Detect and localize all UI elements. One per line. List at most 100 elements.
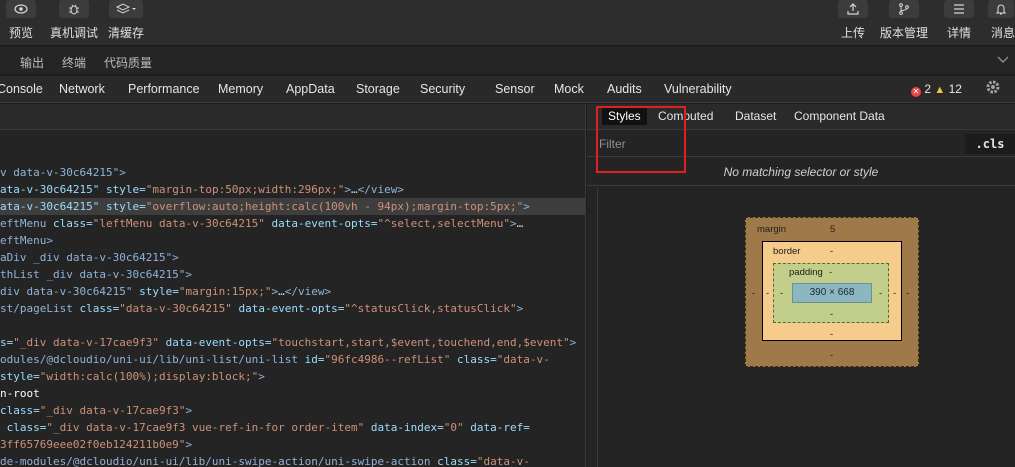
details-button[interactable]: 详情: [944, 0, 974, 41]
dom-node-line[interactable]: de-modules/@dcloudio/uni-ui/lib/uni-swip…: [0, 453, 585, 467]
dom-token: >: [516, 302, 524, 315]
dom-node-line[interactable]: st/pageList class="data-v-30c64215" data…: [0, 300, 585, 317]
dom-token: v data-v-30c64215">: [0, 166, 126, 179]
tab-component-data[interactable]: Component Data: [794, 109, 885, 123]
dom-token: id=: [304, 353, 325, 366]
dom-node-line[interactable]: n-root: [0, 385, 585, 402]
dom-node-line[interactable]: class="_div data-v-17cae9f3">: [0, 402, 585, 419]
tab-code-quality[interactable]: 代码质量: [104, 54, 152, 71]
tab-appdata[interactable]: AppData: [286, 82, 335, 96]
annotation-highlight-box: [596, 106, 686, 173]
tab-performance[interactable]: Performance: [128, 82, 200, 96]
dom-token: s=: [0, 336, 14, 349]
dom-token: "0": [443, 421, 471, 434]
padding-bottom-value[interactable]: -: [830, 309, 833, 320]
margin-bottom-value[interactable]: -: [830, 350, 833, 361]
chevron-down-icon[interactable]: [997, 53, 1009, 67]
tab-security[interactable]: Security: [420, 82, 465, 96]
remote-debug-label: 真机调试: [50, 26, 99, 40]
dom-node-line[interactable]: class="_div data-v-17cae9f3 vue-ref-in-f…: [0, 419, 585, 436]
dom-token: thList _div data-v-30c64215">: [0, 268, 193, 281]
pane-divider: [597, 187, 598, 467]
dom-token: data-event-opts=: [271, 217, 378, 230]
dom-node-line[interactable]: [0, 317, 585, 334]
padding-top-value[interactable]: -: [829, 267, 832, 278]
dom-node-line[interactable]: 3ff65769eee02f0eb124211b0e9">: [0, 436, 585, 453]
remote-debug-button[interactable]: 真机调试: [50, 0, 98, 41]
dom-node-line[interactable]: ata-v-30c64215" style="overflow:auto;hei…: [0, 198, 585, 215]
dom-node-line[interactable]: style="width:calc(100%);display:block;">: [0, 368, 585, 385]
messages-button[interactable]: 消息: [987, 0, 1015, 41]
tab-storage[interactable]: Storage: [356, 82, 400, 96]
bell-icon: [988, 0, 1014, 18]
clear-cache-button[interactable]: 清缓存: [108, 0, 144, 41]
dom-token: >: [185, 404, 193, 417]
dom-token: …: [516, 217, 524, 230]
tab-mock[interactable]: Mock: [554, 82, 584, 96]
dom-token: class=: [79, 302, 120, 315]
dom-token: st/pageList: [0, 302, 80, 315]
dom-token: ata-v-30c64215": [0, 183, 106, 196]
tab-audits[interactable]: Audits: [607, 82, 642, 96]
dom-node-line[interactable]: div data-v-30c64215" style="margin:15px;…: [0, 283, 585, 300]
border-right-value[interactable]: -: [893, 288, 896, 299]
version-manage-button[interactable]: 版本管理: [880, 0, 928, 41]
tab-output[interactable]: 输出: [20, 54, 44, 71]
margin-top-value[interactable]: 5: [830, 224, 835, 235]
border-bottom-value[interactable]: -: [830, 329, 833, 340]
issue-counter[interactable]: ✕ 2 ▲ 12: [911, 82, 962, 97]
upload-label: 上传: [840, 26, 865, 40]
dom-node-line[interactable]: thList _div data-v-30c64215">: [0, 266, 585, 283]
dom-node-line[interactable]: v data-v-30c64215">: [0, 164, 585, 181]
dom-token: "width:calc(100%);display:block;": [39, 370, 259, 383]
dom-token: "touchstart,start,$event,touchend,end,$e…: [271, 336, 570, 349]
preview-label: 预览: [8, 26, 33, 40]
box-model-content[interactable]: 390 × 668: [792, 283, 872, 303]
dom-node-line[interactable]: eftMenu>: [0, 232, 585, 249]
cls-button[interactable]: .cls: [965, 134, 1015, 154]
tab-network[interactable]: Network: [59, 82, 105, 96]
tab-terminal[interactable]: 终端: [62, 54, 86, 71]
dom-token: >: [569, 336, 577, 349]
border-left-value[interactable]: -: [766, 288, 769, 299]
dom-token: "margin-top:50px;width:296px;": [145, 183, 345, 196]
dom-node-line[interactable]: odules/@dcloudio/uni-ui/lib/uni-list/uni…: [0, 351, 585, 368]
dom-token: "overflow:auto;height:calc(100vh - 94px)…: [145, 200, 524, 213]
dom-node-line[interactable]: s="_div data-v-17cae9f3" data-event-opts…: [0, 334, 585, 351]
padding-left-value[interactable]: -: [780, 288, 783, 299]
dom-token: class=: [0, 421, 47, 434]
tab-sensor[interactable]: Sensor: [495, 82, 535, 96]
padding-right-value[interactable]: -: [879, 288, 882, 299]
dom-token: class=: [437, 455, 477, 467]
dom-token: style=: [0, 370, 40, 383]
tab-memory[interactable]: Memory: [218, 82, 263, 96]
warning-icon: ▲: [934, 84, 946, 96]
tab-vulnerability[interactable]: Vulnerability: [664, 82, 732, 96]
dom-token: eftMenu>: [0, 234, 53, 247]
dom-token: data-event-opts=: [238, 302, 345, 315]
tab-dataset[interactable]: Dataset: [735, 109, 776, 123]
dom-node-line[interactable]: eftMenu class="leftMenu data-v-30c64215"…: [0, 215, 585, 232]
preview-button[interactable]: 预览: [6, 0, 36, 41]
dom-token: "data-v-: [476, 455, 530, 467]
padding-label: padding: [789, 267, 823, 278]
tab-console[interactable]: Console: [0, 82, 43, 96]
border-top-value[interactable]: -: [830, 246, 833, 257]
dom-token: >: [523, 200, 530, 213]
margin-right-value[interactable]: -: [906, 288, 909, 299]
dom-token: 3ff65769eee02f0eb124211b0e9": [0, 438, 186, 451]
clear-cache-label: 清缓存: [108, 26, 145, 40]
dom-node-line[interactable]: aDiv _div data-v-30c64215">: [0, 249, 585, 266]
dom-token: "^select,selectMenu": [377, 217, 510, 230]
dom-token: </view>: [357, 183, 405, 196]
gear-icon[interactable]: [985, 79, 1001, 100]
dom-token: "data-v-: [496, 353, 550, 366]
upload-button[interactable]: 上传: [838, 0, 868, 41]
dom-token: class=: [52, 217, 93, 230]
dom-token: style=: [139, 285, 179, 298]
dom-token: >: [258, 370, 265, 383]
margin-left-value[interactable]: -: [752, 288, 755, 299]
warning-count: 12: [948, 82, 962, 96]
dom-token: div data-v-30c64215": [0, 285, 140, 298]
dom-node-line[interactable]: ata-v-30c64215" style="margin-top:50px;w…: [0, 181, 585, 198]
